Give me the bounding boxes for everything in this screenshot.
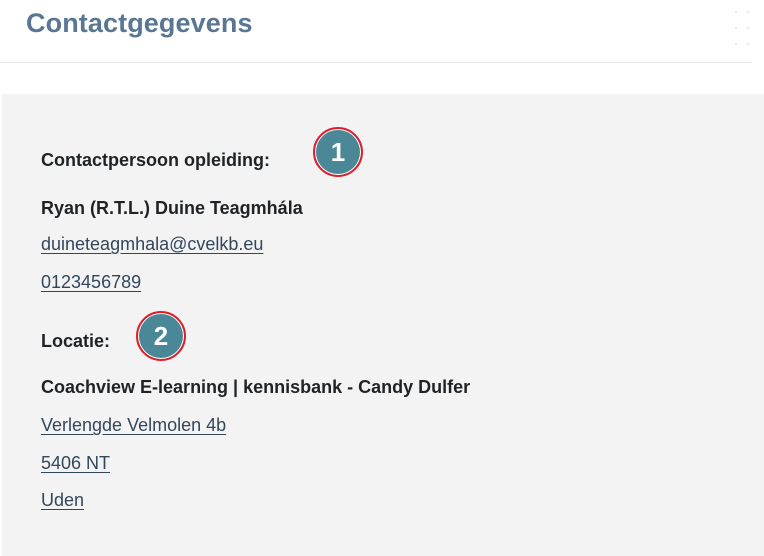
widget-header: Contactgegevens <box>0 0 752 63</box>
contact-phone-link[interactable]: 0123456789 <box>41 272 141 293</box>
location-label: Locatie: <box>41 331 111 351</box>
contact-person-name: Ryan (R.T.L.) Duine Teagmhála <box>41 198 303 218</box>
callout-marker-1: 1 <box>313 127 363 177</box>
location-name: Coachview E-learning | kennisbank - Cand… <box>41 377 471 397</box>
drag-handle-icon[interactable] <box>734 10 752 46</box>
contact-person-label: Contactpersoon opleiding: <box>41 150 270 170</box>
contact-email-link[interactable]: duineteagmhala@cvelkb.eu <box>41 234 263 255</box>
contact-panel: Contactpersoon opleiding: 1 Ryan (R.T.L.… <box>2 94 764 556</box>
widget-title: Contactgegevens <box>26 8 253 38</box>
location-street-link[interactable]: Verlengde Velmolen 4b <box>41 415 226 436</box>
location-city-link[interactable]: Uden <box>41 490 84 511</box>
location-postcode-link[interactable]: 5406 NT <box>41 453 110 474</box>
callout-marker-2: 2 <box>136 311 186 361</box>
